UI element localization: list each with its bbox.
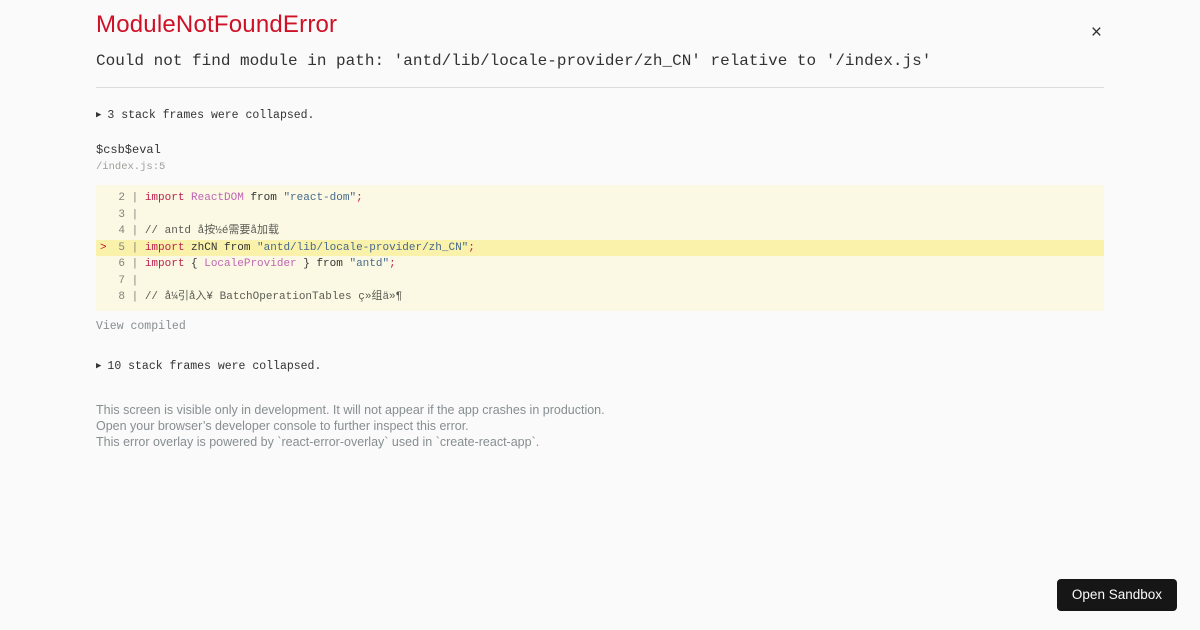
view-compiled-link[interactable]: View compiled	[96, 320, 186, 334]
collapsed-frames-label: 3 stack frames were collapsed.	[107, 109, 315, 122]
gutter-separator: |	[125, 291, 145, 303]
stack-collapse-toggle-top[interactable]: ▶ 3 stack frames were collapsed.	[96, 108, 1104, 123]
code-token: from	[243, 192, 284, 204]
error-line-marker: >	[100, 241, 107, 254]
code-token: "react-dom"	[283, 192, 357, 204]
code-token: // å¼引å入¥ BatchOperationTables ç»组ä»¶	[144, 291, 403, 303]
footer-notes: This screen is visible only in developme…	[96, 402, 1104, 451]
line-number: 2	[118, 192, 125, 204]
footer-note: This error overlay is powered by `react-…	[96, 435, 540, 450]
stack-frame-function: $csb$eval	[96, 143, 161, 157]
error-message: Could not find module in path: 'antd/lib…	[96, 52, 932, 70]
gutter-separator: |	[125, 225, 145, 237]
line-number: 5	[118, 241, 125, 254]
code-line: 7 |	[96, 273, 1104, 290]
code-token: LocaleProvider	[204, 258, 297, 270]
stack-collapse-toggle-bottom[interactable]: ▶ 10 stack frames were collapsed.	[96, 359, 1104, 374]
footer-note: Open your browser’s developer console to…	[96, 418, 469, 433]
collapsed-frames-label: 10 stack frames were collapsed.	[107, 359, 322, 373]
code-line: 2 | import ReactDOM from "react-dom";	[96, 190, 1104, 207]
code-token: zhCN from	[184, 241, 258, 254]
gutter-separator: |	[125, 258, 145, 270]
expand-arrow-icon: ▶	[96, 110, 102, 120]
close-icon[interactable]: ×	[1091, 23, 1102, 42]
code-line: 4 | // antd å按½é需要å加载	[96, 223, 1104, 240]
code-line: 8 | // å¼引å入¥ BatchOperationTables ç»组ä»…	[96, 289, 1104, 306]
code-token: import	[144, 258, 185, 270]
code-token: {	[184, 258, 205, 270]
footer-note: This screen is visible only in developme…	[96, 402, 605, 417]
code-line: 3 |	[96, 207, 1104, 224]
code-block: 2 | import ReactDOM from "react-dom"; 3 |…	[96, 185, 1104, 311]
code-token: ;	[389, 258, 396, 270]
code-token: // antd å按½é需要å加载	[144, 225, 280, 237]
code-token: "antd"	[349, 258, 390, 270]
code-token: ;	[356, 192, 363, 204]
expand-arrow-icon: ▶	[96, 360, 102, 371]
error-title: ModuleNotFoundError	[96, 11, 338, 38]
code-token: "antd/lib/locale-provider/zh_CN"	[257, 241, 469, 254]
divider	[96, 87, 1104, 88]
code-token: } from	[296, 258, 350, 270]
line-number: 7	[118, 274, 125, 287]
gutter-separator: |	[125, 274, 145, 287]
stack-frame-location: /index.js:5	[96, 161, 166, 173]
line-number: 8	[118, 291, 125, 303]
gutter-separator: |	[125, 241, 145, 254]
code-token: ;	[468, 241, 475, 254]
stack-frame: $csb$eval /index.js:5	[96, 143, 1104, 173]
open-sandbox-button[interactable]: Open Sandbox	[1056, 579, 1177, 611]
line-number: 3	[118, 208, 125, 221]
code-line: 6 | import { LocaleProvider } from "antd…	[96, 256, 1104, 273]
code-token: import	[144, 241, 185, 254]
line-number: 4	[118, 225, 125, 237]
code-token: ReactDOM	[191, 192, 244, 204]
gutter-separator: |	[125, 208, 145, 221]
line-number: 6	[118, 258, 125, 270]
code-token: import	[144, 192, 185, 204]
gutter-separator: |	[125, 192, 145, 204]
error-overlay: × ModuleNotFoundError Could not find mod…	[0, 11, 1200, 450]
code-line: >5 | import zhCN from "antd/lib/locale-p…	[96, 239, 1104, 256]
